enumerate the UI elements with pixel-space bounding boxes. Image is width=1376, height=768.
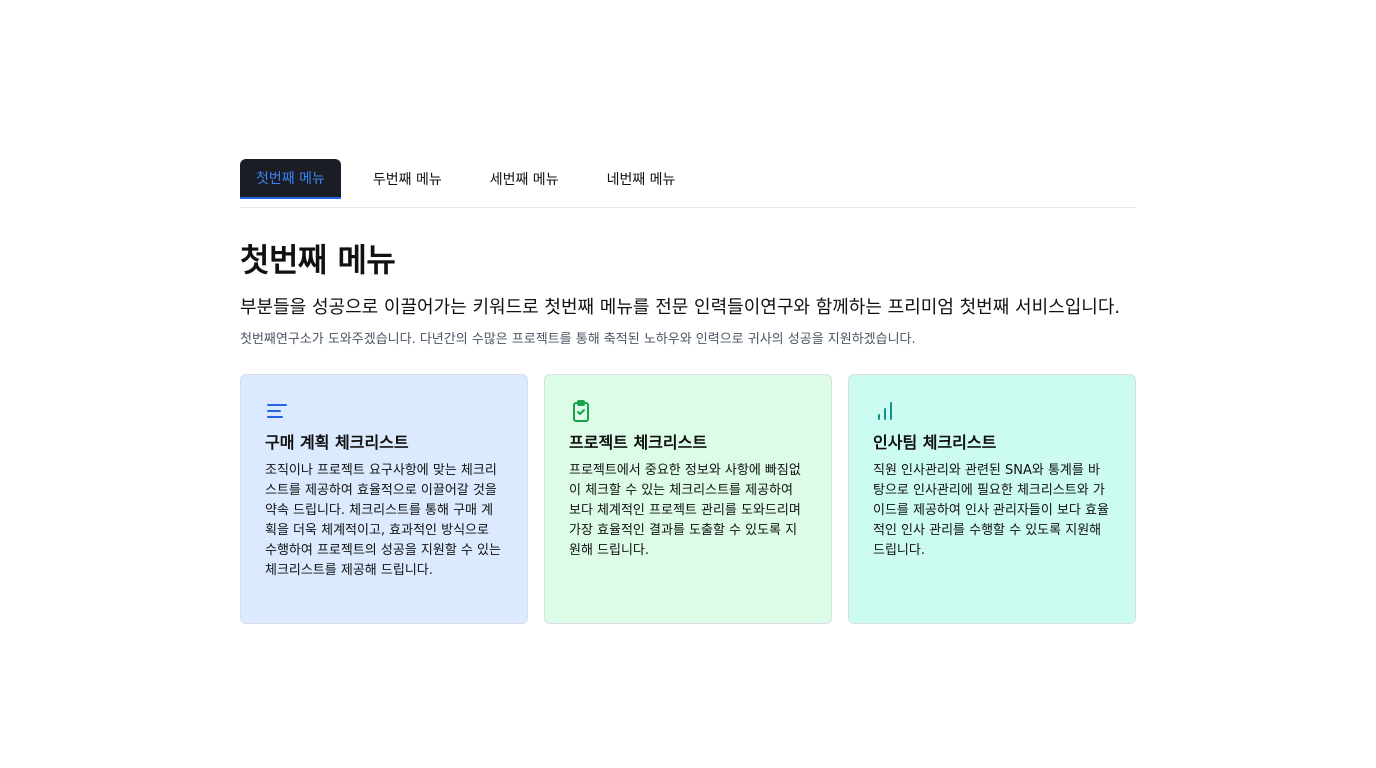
hr-team-card: 인사팀 체크리스트 직원 인사관리와 관련된 SNA와 통계를 바탕으로 인사관… [848,374,1136,624]
clipboard-check-icon [573,400,589,422]
card-title: 구매 계획 체크리스트 [265,433,409,452]
project-card: 프로젝트 체크리스트 프로젝트에서 중요한 정보와 사항에 빠짐없이 체크할 수… [544,374,832,624]
tab-bar: 첫번째 메뉴 두번째 메뉴 세번째 메뉴 네번째 메뉴 [240,159,1136,208]
tab-second-menu[interactable]: 두번째 메뉴 [357,159,458,199]
page-lead: 부분들을 성공으로 이끌어가는 키워드로 첫번째 메뉴를 전문 인력들이연구와 … [240,297,1121,318]
card-body: 프로젝트에서 중요한 정보와 사항에 빠짐없이 체크할 수 있는 체크리스트를 … [569,463,801,558]
card-body: 조직이나 프로젝트 요구사항에 맞는 체크리스트를 제공하여 효율적으로 이끌어… [265,463,501,578]
page-title: 첫번째 메뉴 [240,241,396,279]
tab-first-menu[interactable]: 첫번째 메뉴 [240,159,341,199]
card-title: 프로젝트 체크리스트 [569,433,708,452]
tab-fourth-menu[interactable]: 네번째 메뉴 [591,159,692,199]
purchase-plan-card: 구매 계획 체크리스트 조직이나 프로젝트 요구사항에 맞는 체크리스트를 제공… [240,374,528,624]
card-body: 직원 인사관리와 관련된 SNA와 통계를 바탕으로 인사관리에 필요한 체크리… [873,463,1109,558]
text-align-left-icon [267,404,287,418]
content-container: 첫번째 메뉴 두번째 메뉴 세번째 메뉴 네번째 메뉴 첫번째 메뉴 부분들을 … [240,159,1136,624]
tab-third-menu[interactable]: 세번째 메뉴 [474,159,575,199]
card-title: 인사팀 체크리스트 [873,433,997,452]
bar-chart-icon [878,402,892,420]
page-subtitle: 첫번째연구소가 도와주겠습니다. 다년간의 수많은 프로젝트를 통해 축적된 노… [240,332,916,347]
card-grid: 구매 계획 체크리스트 조직이나 프로젝트 요구사항에 맞는 체크리스트를 제공… [240,374,1136,624]
